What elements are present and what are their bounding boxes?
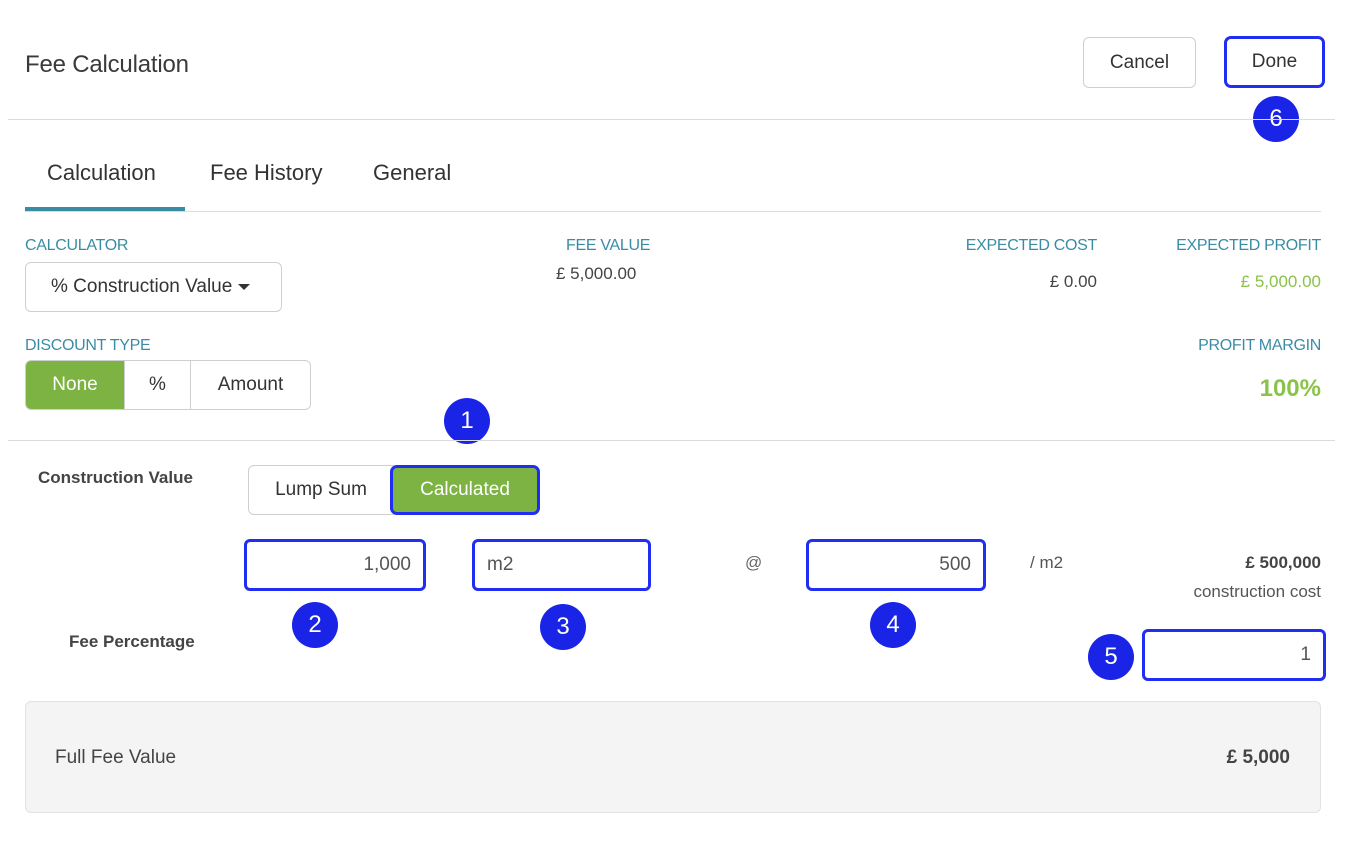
discount-type-label: DISCOUNT TYPE: [25, 337, 151, 354]
unit-input[interactable]: m2: [472, 539, 651, 591]
header-divider: [8, 119, 1335, 120]
construction-value-label: Construction Value: [38, 468, 193, 487]
done-button[interactable]: Done: [1224, 36, 1325, 88]
annotation-badge-3: 3: [540, 604, 586, 650]
caret-down-icon: [238, 284, 251, 290]
annotation-badge-1: 1: [444, 398, 490, 444]
fee-value: £ 5,000.00: [556, 264, 637, 283]
per-unit-label: / m2: [1030, 553, 1064, 572]
expected-profit-label: EXPECTED PROFIT: [1176, 237, 1321, 254]
tab-general[interactable]: General: [373, 160, 451, 186]
full-fee-value: £ 5,000: [1226, 747, 1290, 768]
tabs-divider: [25, 211, 1321, 212]
fee-percentage-input[interactable]: 1: [1142, 629, 1326, 681]
calculator-label: CALCULATOR: [25, 237, 129, 254]
expected-cost-label: EXPECTED COST: [965, 237, 1098, 254]
tab-calculation[interactable]: Calculation: [47, 160, 156, 186]
expected-profit-value: £ 5,000.00: [1240, 272, 1321, 291]
page-title: Fee Calculation: [25, 51, 189, 78]
cancel-button[interactable]: Cancel: [1083, 37, 1196, 88]
calculated-option[interactable]: Calculated: [390, 465, 540, 515]
discount-percent-option[interactable]: %: [124, 361, 190, 409]
discount-none-option[interactable]: None: [26, 361, 124, 409]
active-tab-indicator: [25, 207, 185, 211]
profit-margin-value: 100%: [1259, 375, 1321, 402]
annotation-badge-4: 4: [870, 602, 916, 648]
construction-cost-caption: construction cost: [1193, 582, 1321, 601]
calculator-selected-value: % Construction Value: [51, 276, 233, 297]
rate-input[interactable]: 500: [806, 539, 986, 591]
calculator-select[interactable]: % Construction Value: [25, 262, 282, 312]
lump-sum-option[interactable]: Lump Sum: [248, 465, 394, 515]
construction-mode-toggle: Lump Sum Calculated: [248, 465, 541, 515]
at-symbol: @: [745, 553, 763, 572]
discount-type-toggle: None % Amount: [25, 360, 311, 410]
annotation-badge-5: 5: [1088, 634, 1134, 680]
construction-total: £ 500,000: [1245, 553, 1321, 572]
full-fee-summary: Full Fee Value £ 5,000: [25, 701, 1321, 813]
expected-cost-value: £ 0.00: [1049, 272, 1097, 291]
fee-percentage-label: Fee Percentage: [69, 632, 195, 651]
discount-amount-option[interactable]: Amount: [190, 361, 310, 409]
quantity-input[interactable]: 1,000: [244, 539, 426, 591]
profit-margin-label: PROFIT MARGIN: [1198, 337, 1321, 354]
section-divider: [8, 440, 1335, 441]
annotation-badge-2: 2: [292, 602, 338, 648]
tab-fee-history[interactable]: Fee History: [210, 160, 322, 186]
fee-value-label: FEE VALUE: [566, 237, 651, 254]
full-fee-label: Full Fee Value: [55, 747, 177, 768]
